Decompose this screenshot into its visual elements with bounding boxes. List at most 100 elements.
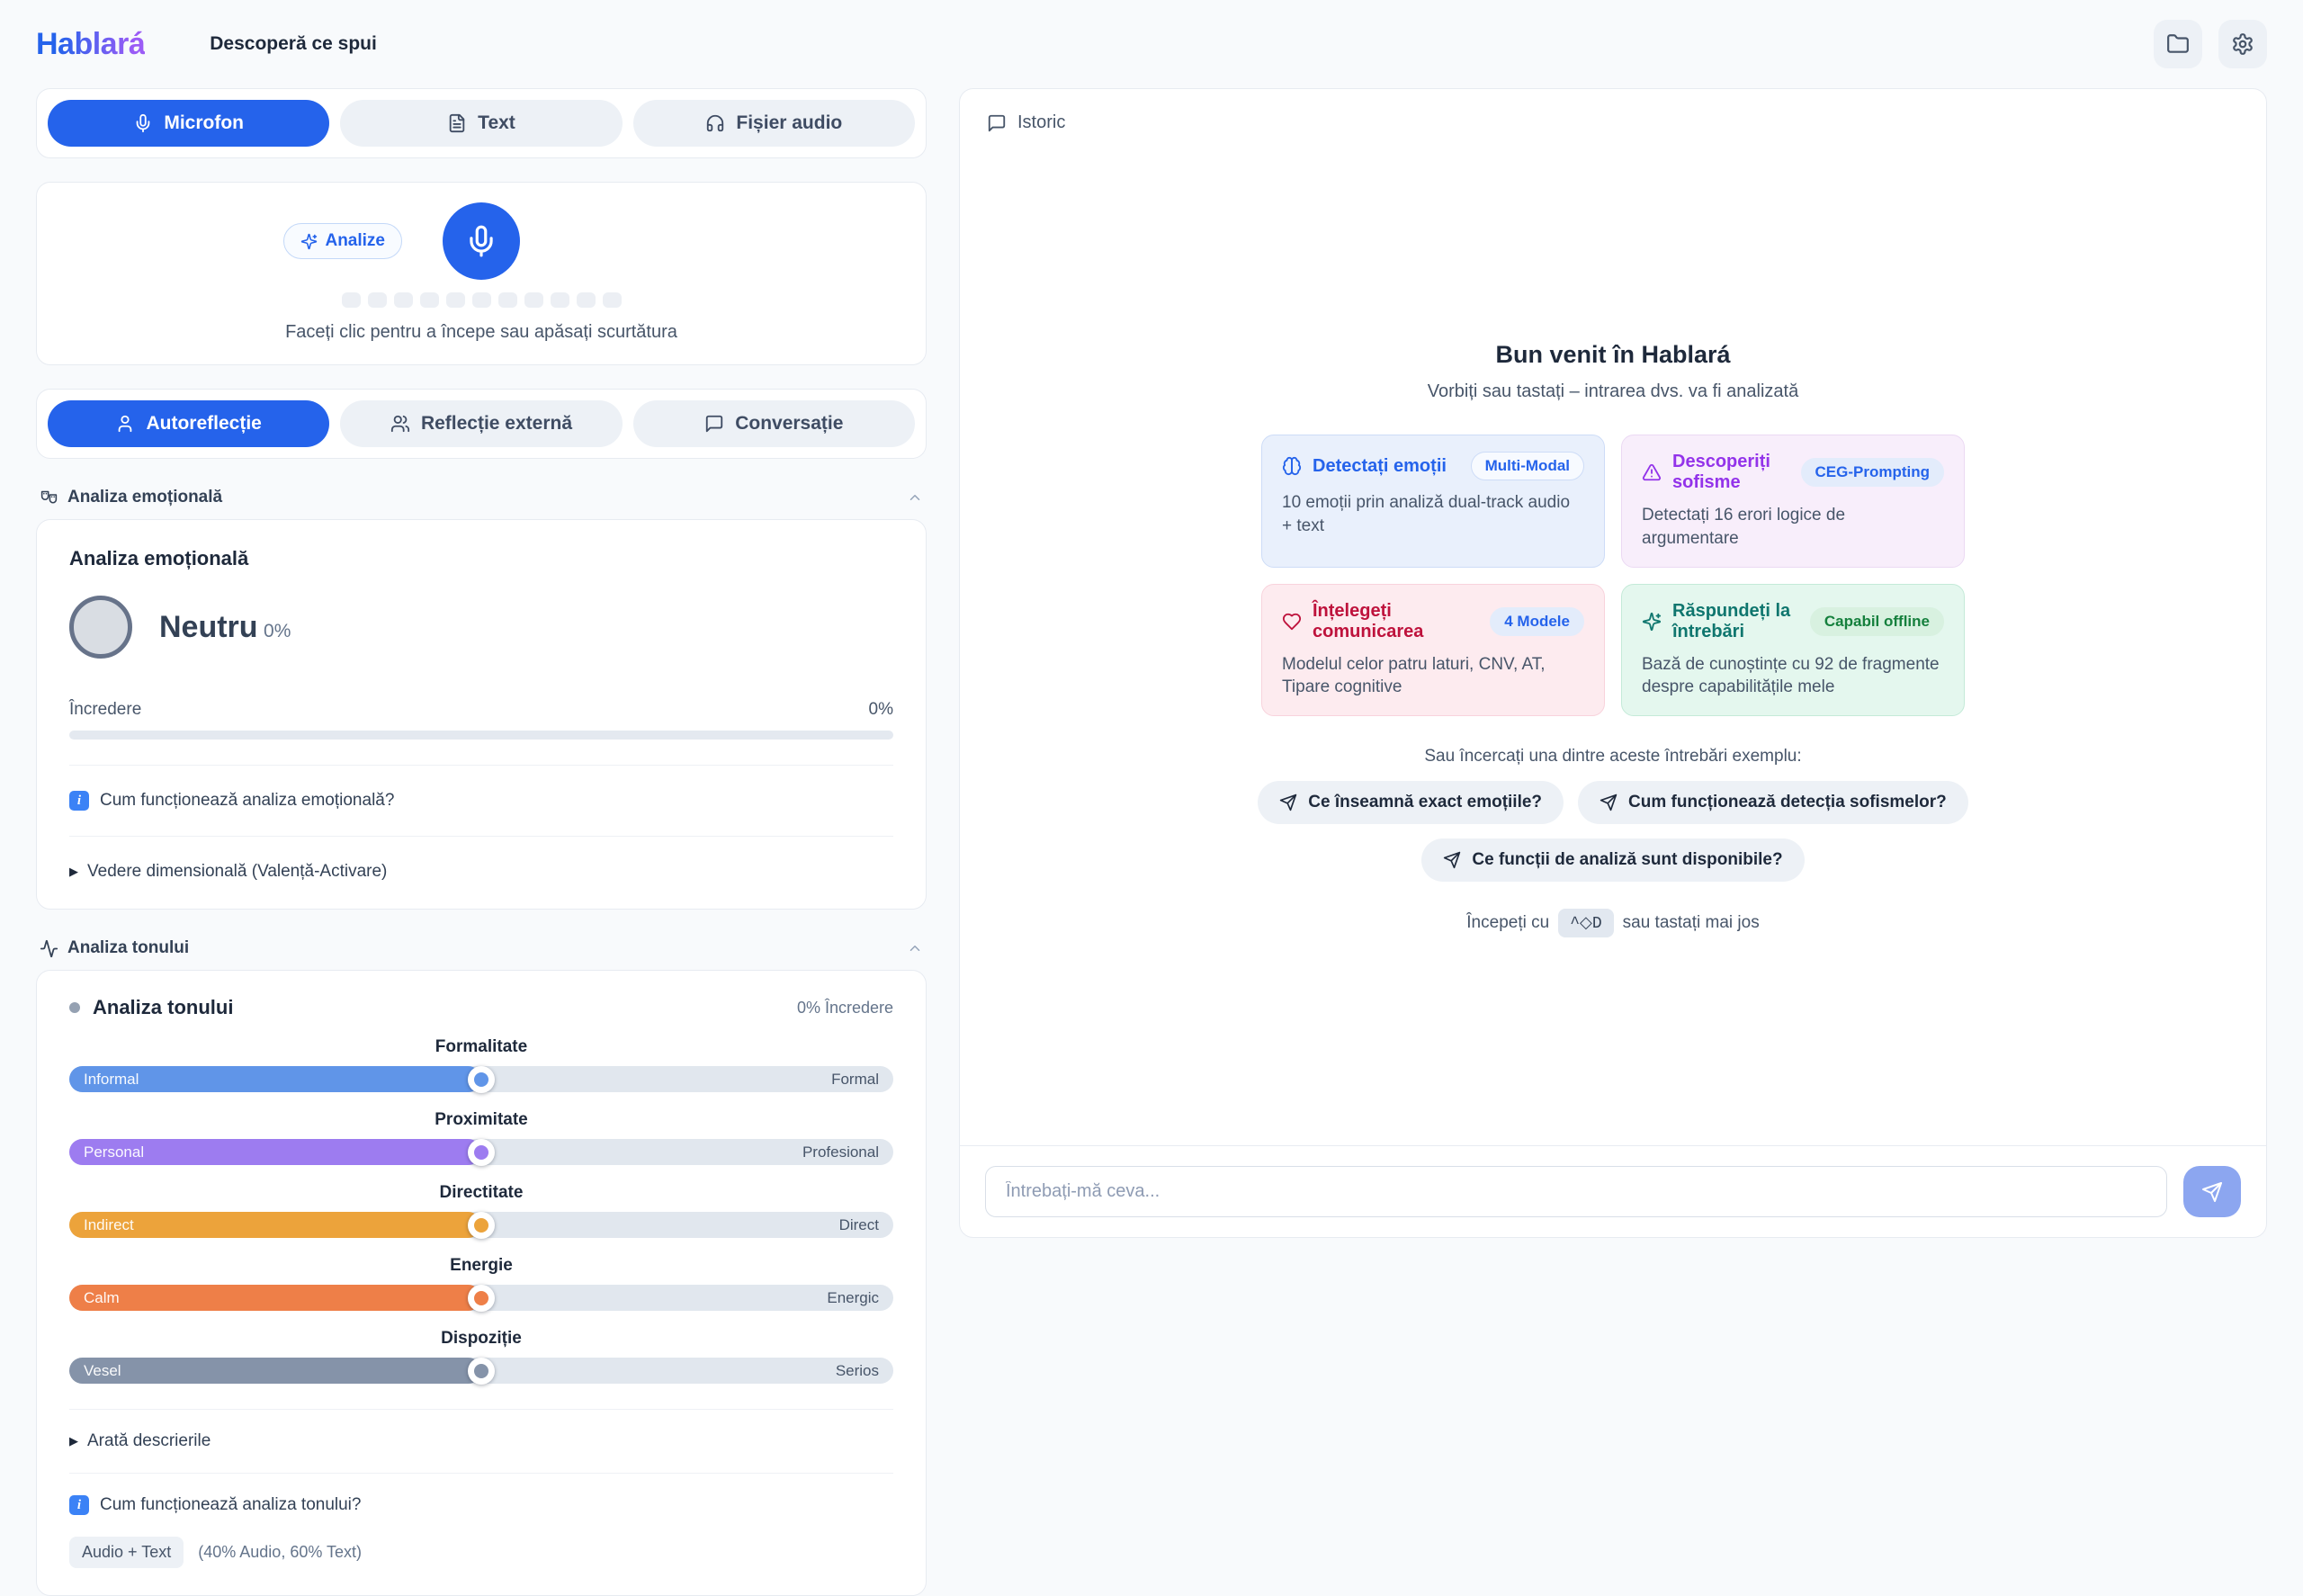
tone-slider-energie: Energie Calm Energic [69,1256,893,1311]
folder-button[interactable] [2154,20,2202,68]
feature-card-fallacies[interactable]: Descoperiți sofisme CEG-Prompting Detect… [1621,435,1965,567]
slider-track[interactable]: Calm Energic [69,1285,893,1311]
example-question-label: Cum funcționează detecția sofismelor? [1628,793,1947,812]
tone-section-header[interactable]: Analiza tonului [36,938,927,958]
feature-header: Răspundeți la întrebări Capabil offline [1642,601,1944,642]
app-logo: Hablará [36,27,145,62]
tab-reflectie-externa[interactable]: Reflecție externă [340,400,622,447]
mix-badge: Audio + Text [69,1537,184,1568]
tone-mix-row: Audio + Text (40% Audio, 60% Text) [69,1537,893,1568]
keyboard-shortcut: ^◇D [1558,909,1613,937]
level-dot [498,292,517,308]
folder-icon [2166,32,2190,56]
analyze-button[interactable]: Analize [283,223,402,259]
feature-description: Detectați 16 erori logice de argumentare [1642,504,1944,550]
theater-masks-icon [40,489,58,507]
shortcut-prefix: Începeți cu [1466,913,1549,933]
thumb-dot [474,1291,488,1305]
feature-header: Înțelegeți comunicarea 4 Modele [1282,601,1584,642]
right-panel: Istoric Bun venit în Hablará Vorbiți sau… [959,88,2267,1238]
tone-card: Analiza tonului 0% Încredere Formalitate… [36,970,927,1596]
slider-track[interactable]: Informal Formal [69,1066,893,1092]
history-title: Istoric [1017,112,1065,133]
slider-thumb[interactable] [468,1285,495,1312]
example-question-1[interactable]: Ce înseamnă exact emoțiile? [1258,781,1564,824]
confidence-row: Încredere 0% [69,700,893,720]
tab-label: Microfon [164,112,244,134]
send-icon [1279,794,1297,811]
level-dot [577,292,596,308]
feature-title: Detectați emoții [1313,456,1447,477]
divider [69,836,893,837]
dimensional-view-toggle[interactable]: ▶ Vedere dimensională (Valență-Activare) [69,862,893,882]
tab-text[interactable]: Text [340,100,622,147]
feature-title: Descoperiți sofisme [1672,452,1790,493]
app-root: Hablará Descoperă ce spui [0,0,2303,1269]
message-input[interactable] [985,1166,2167,1217]
tone-section: Analiza tonului Analiza tonului 0% Încre… [36,938,927,1596]
welcome-subtitle: Vorbiți sau tastați – intrarea dvs. va f… [1428,381,1798,402]
emotion-section-header[interactable]: Analiza emoțională [36,488,927,507]
record-button[interactable] [443,202,520,280]
show-descriptions-toggle[interactable]: ▶ Arată descrierile [69,1431,893,1451]
chat-panel: Istoric Bun venit în Hablará Vorbiți sau… [959,88,2267,1238]
feature-badge: CEG-Prompting [1801,458,1945,487]
tone-how-link[interactable]: i Cum funcționează analiza tonului? [69,1495,893,1515]
emotion-how-link[interactable]: i Cum funcționează analiza emoțională? [69,791,893,811]
confidence-value: 0% [869,700,893,720]
slider-min-label: Indirect [84,1216,134,1234]
triangle-right-icon: ▶ [69,865,78,879]
mix-detail: (40% Audio, 60% Text) [198,1543,362,1562]
analysis-mode-tabs: Autoreflecție Reflecție externă Conversa… [36,389,927,459]
thumb-dot [474,1364,488,1378]
slider-fill [69,1285,481,1311]
feature-title: Înțelegeți comunicarea [1313,601,1479,642]
slider-track[interactable]: Vesel Serios [69,1358,893,1384]
tab-microfon[interactable]: Microfon [48,100,329,147]
tab-fisier-audio[interactable]: Fișier audio [633,100,915,147]
slider-title: Dispoziție [69,1329,893,1349]
document-icon [447,113,467,133]
feature-title: Răspundeți la întrebări [1672,601,1799,642]
section-title: Analiza tonului [67,938,189,958]
confidence-label: Încredere [69,700,141,720]
topbar-actions [2154,20,2267,68]
tab-conversatie[interactable]: Conversație [633,400,915,447]
level-dot [368,292,387,308]
slider-thumb[interactable] [468,1066,495,1093]
slider-min-label: Informal [84,1071,139,1089]
headphones-icon [705,113,725,133]
emotion-indicator [69,596,132,659]
analyze-label: Analize [325,231,385,251]
slider-max-label: Energic [827,1289,879,1307]
slider-track[interactable]: Indirect Direct [69,1212,893,1238]
thumb-dot [474,1218,488,1233]
gear-icon [2231,32,2254,56]
slider-thumb[interactable] [468,1358,495,1385]
sparkles-icon [300,233,318,250]
brain-icon [1282,456,1302,476]
send-button[interactable] [2183,1166,2241,1217]
feature-card-communication[interactable]: Înțelegeți comunicarea 4 Modele Modelul … [1261,584,1605,716]
show-descriptions-label: Arată descrierile [87,1431,211,1451]
slider-max-label: Serios [836,1362,879,1380]
example-question-3[interactable]: Ce funcții de analiză sunt disponibile? [1421,838,1804,882]
feature-card-emotions[interactable]: Detectați emoții Multi-Modal 10 emoții p… [1261,435,1605,567]
send-icon [2201,1181,2223,1203]
record-hint: Faceți clic pentru a începe sau apăsați … [285,322,677,343]
tab-autoreflectie[interactable]: Autoreflecție [48,400,329,447]
app-tagline: Descoperă ce spui [210,33,377,55]
users-icon [390,414,410,434]
emotion-how-label: Cum funcționează analiza emoțională? [100,791,394,811]
settings-button[interactable] [2218,20,2267,68]
emotion-result: Neutru 0% [69,596,893,659]
slider-thumb[interactable] [468,1139,495,1166]
slider-track[interactable]: Personal Profesional [69,1139,893,1165]
slider-thumb[interactable] [468,1212,495,1239]
feature-card-questions[interactable]: Răspundeți la întrebări Capabil offline … [1621,584,1965,716]
tone-slider-proximitate: Proximitate Personal Profesional [69,1110,893,1165]
top-bar: Hablará Descoperă ce spui [0,0,2303,85]
info-icon: i [69,1495,89,1515]
microphone-icon [464,224,498,258]
example-question-2[interactable]: Cum funcționează detecția sofismelor? [1578,781,1968,824]
